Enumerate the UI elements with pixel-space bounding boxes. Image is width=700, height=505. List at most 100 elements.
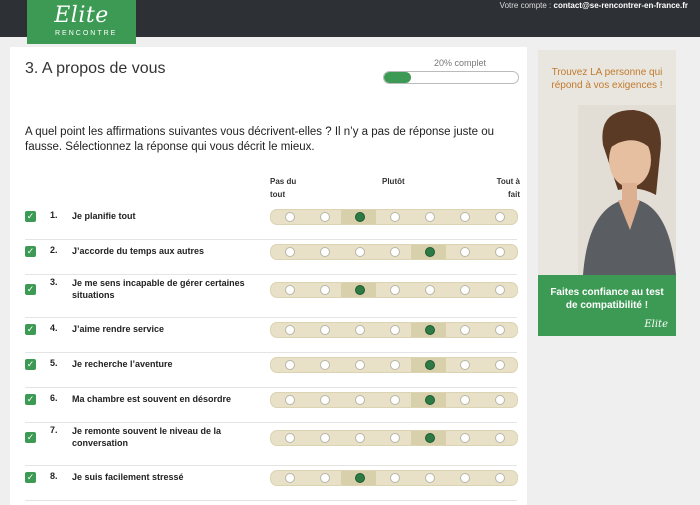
- rating-option-6[interactable]: [460, 325, 470, 335]
- rating-option-4[interactable]: [390, 285, 400, 295]
- questionnaire-panel: 3. A propos de vous 20% complet A quel p…: [10, 47, 527, 505]
- question-number: 5.: [50, 358, 58, 368]
- instructions: A quel point les affirmations suivantes …: [25, 126, 495, 153]
- rating-option-5[interactable]: [425, 325, 435, 335]
- ad-headline: Trouvez LA personne qui répond à vos exi…: [551, 67, 663, 91]
- rating-option-6[interactable]: [460, 395, 470, 405]
- rating-option-2[interactable]: [320, 473, 330, 483]
- rating-option-4[interactable]: [390, 395, 400, 405]
- ad-tagline: Faites confiance au test de compatibilit…: [550, 287, 664, 311]
- question-text: Je planifie tout: [72, 211, 136, 221]
- rating-option-1[interactable]: [285, 325, 295, 335]
- rating-option-5[interactable]: [425, 360, 435, 370]
- question-number: 1.: [50, 210, 58, 220]
- rating-scale: [270, 322, 518, 338]
- question-number: 4.: [50, 323, 58, 333]
- rating-option-1[interactable]: [285, 395, 295, 405]
- question-text: Je recherche l’aventure: [72, 359, 173, 369]
- account-email[interactable]: contact@se-rencontrer-en-france.fr: [554, 1, 689, 10]
- rating-option-7[interactable]: [495, 325, 505, 335]
- question-row: ✓ 3. Je me sens incapable de gérer certain…: [25, 274, 518, 318]
- question-row: ✓ 7. Je remonte souvent le niveau de la co…: [25, 422, 518, 466]
- rating-option-4[interactable]: [390, 325, 400, 335]
- rating-option-2[interactable]: [320, 325, 330, 335]
- rating-option-5[interactable]: [425, 433, 435, 443]
- rating-option-7[interactable]: [495, 247, 505, 257]
- rating-option-2[interactable]: [320, 360, 330, 370]
- rating-option-1[interactable]: [285, 247, 295, 257]
- rating-option-6[interactable]: [460, 360, 470, 370]
- logo-text: Elite: [54, 3, 109, 28]
- advertisement[interactable]: Trouvez LA personne qui répond à vos exi…: [538, 50, 676, 336]
- answered-check-icon: ✓: [25, 359, 36, 370]
- rating-option-3[interactable]: [355, 433, 365, 443]
- rating-option-7[interactable]: [495, 395, 505, 405]
- rating-option-5[interactable]: [425, 285, 435, 295]
- answered-check-icon: ✓: [25, 394, 36, 405]
- scale-right-label: Tout à fait: [496, 177, 520, 199]
- rating-option-5[interactable]: [425, 395, 435, 405]
- rating-option-2[interactable]: [320, 433, 330, 443]
- rating-option-7[interactable]: [495, 285, 505, 295]
- question-text: Je me sens incapable de gérer certaines …: [72, 278, 245, 300]
- rating-option-3[interactable]: [355, 395, 365, 405]
- question-row: ✓ 2. J’accorde du temps aux autres: [25, 239, 518, 275]
- rating-option-4[interactable]: [390, 473, 400, 483]
- question-number: 3.: [50, 277, 58, 287]
- rating-option-4[interactable]: [390, 212, 400, 222]
- rating-option-6[interactable]: [460, 433, 470, 443]
- rating-option-7[interactable]: [495, 473, 505, 483]
- rating-option-5[interactable]: [425, 212, 435, 222]
- rating-option-1[interactable]: [285, 212, 295, 222]
- rating-option-6[interactable]: [460, 473, 470, 483]
- rating-option-5[interactable]: [425, 473, 435, 483]
- rating-scale: [270, 209, 518, 225]
- rating-option-2[interactable]: [320, 247, 330, 257]
- rating-option-6[interactable]: [460, 285, 470, 295]
- rating-option-3[interactable]: [355, 360, 365, 370]
- question-text: Ma chambre est souvent en désordre: [72, 394, 232, 404]
- account-info: Votre compte : contact@se-rencontrer-en-…: [500, 1, 688, 10]
- rating-option-6[interactable]: [460, 212, 470, 222]
- rating-option-4[interactable]: [390, 360, 400, 370]
- section-title: 3. A propos de vous: [25, 60, 166, 77]
- rating-scale: [270, 282, 518, 298]
- rating-option-4[interactable]: [390, 433, 400, 443]
- rating-option-1[interactable]: [285, 360, 295, 370]
- rating-option-7[interactable]: [495, 212, 505, 222]
- rating-option-1[interactable]: [285, 285, 295, 295]
- woman-portrait-image: [578, 105, 676, 275]
- question-row: ✓ 1. Je planifie tout: [25, 204, 518, 240]
- rating-option-7[interactable]: [495, 360, 505, 370]
- rating-option-5[interactable]: [425, 247, 435, 257]
- rating-scale: [270, 470, 518, 486]
- rating-scale: [270, 244, 518, 260]
- question-row: ✓ 4. J’aime rendre service: [25, 317, 518, 353]
- rating-option-6[interactable]: [460, 247, 470, 257]
- question-number: 6.: [50, 393, 58, 403]
- question-number: 7.: [50, 425, 58, 435]
- answered-check-icon: ✓: [25, 324, 36, 335]
- question-row: ✓ 8. Je suis facilement stressé: [25, 465, 518, 501]
- rating-option-1[interactable]: [285, 433, 295, 443]
- rating-option-3[interactable]: [355, 247, 365, 257]
- elite-logo[interactable]: Elite RENCONTRE: [27, 0, 136, 44]
- answered-check-icon: ✓: [25, 211, 36, 222]
- answered-check-icon: ✓: [25, 472, 36, 483]
- question-number: 8.: [50, 471, 58, 481]
- top-bar: Elite RENCONTRE Votre compte : contact@s…: [0, 0, 700, 44]
- rating-option-3[interactable]: [355, 325, 365, 335]
- rating-option-2[interactable]: [320, 395, 330, 405]
- answered-check-icon: ✓: [25, 432, 36, 443]
- rating-option-2[interactable]: [320, 212, 330, 222]
- rating-option-4[interactable]: [390, 247, 400, 257]
- ad-logo: Elite: [644, 319, 668, 330]
- rating-option-2[interactable]: [320, 285, 330, 295]
- rating-scale: [270, 392, 518, 408]
- rating-option-1[interactable]: [285, 473, 295, 483]
- rating-option-7[interactable]: [495, 433, 505, 443]
- rating-option-3[interactable]: [355, 473, 365, 483]
- rating-option-3[interactable]: [355, 212, 365, 222]
- rating-option-3[interactable]: [355, 285, 365, 295]
- answered-check-icon: ✓: [25, 246, 36, 257]
